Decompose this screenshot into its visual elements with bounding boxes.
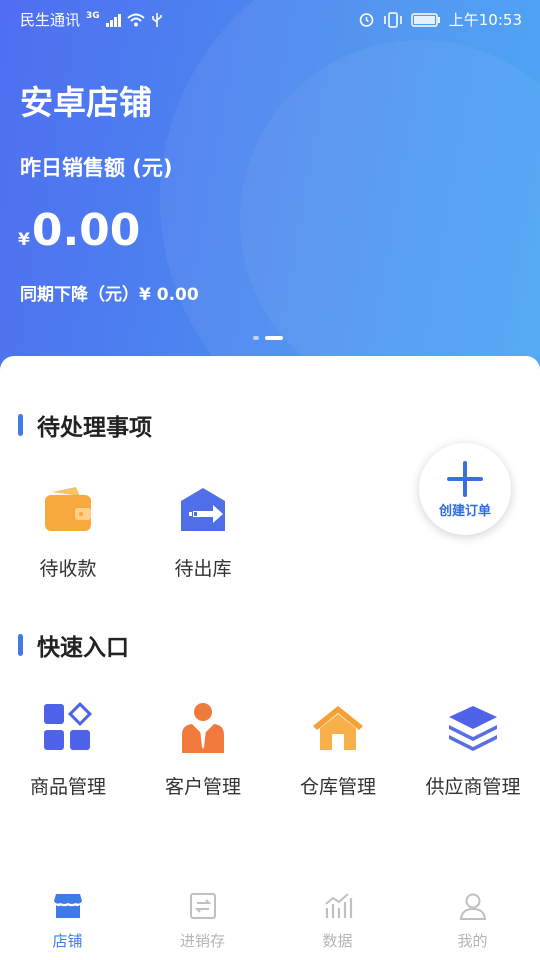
usb-icon	[151, 12, 162, 27]
store-header: 民生通讯 3G 上午10:53 安卓店铺 昨日销售额 (元) ¥ 0.00 同期…	[0, 0, 540, 380]
customer-icon	[171, 696, 235, 760]
warehouse-icon	[306, 696, 370, 760]
pending-payment-entry[interactable]: 待收款	[3, 478, 133, 581]
tab-data-label: 数据	[322, 932, 353, 950]
section-marker	[18, 634, 23, 656]
status-bar: 民生通讯 3G 上午10:53	[0, 0, 540, 36]
currency-symbol: ¥	[18, 230, 30, 250]
store-icon	[53, 894, 82, 918]
sales-amount: ¥ 0.00	[18, 205, 140, 256]
tab-store-label: 店铺	[52, 932, 83, 950]
store-name: 安卓店铺	[20, 83, 152, 122]
create-order-button[interactable]: 创建订单	[419, 443, 511, 535]
carousel-dot[interactable]	[253, 336, 259, 340]
signal-icon	[105, 13, 121, 27]
vibrate-icon	[383, 11, 402, 28]
clock: 上午10:53	[448, 11, 522, 29]
pending-payment-label: 待收款	[39, 558, 97, 580]
alarm-icon	[359, 13, 374, 27]
product-management-label: 商品管理	[29, 776, 106, 798]
wallet-icon	[36, 478, 100, 542]
carrier-name: 民生通讯	[20, 11, 81, 29]
inventory-icon	[189, 893, 216, 919]
network-type: 3G	[86, 10, 100, 21]
quick-title-text: 快速入口	[37, 635, 129, 661]
supplier-management-label: 供应商管理	[425, 776, 521, 798]
tab-inventory-label: 进销存	[179, 932, 225, 950]
carousel-indicator	[253, 336, 283, 340]
sales-label: 昨日销售额 (元)	[20, 156, 173, 180]
quick-section-title: 快速入口	[18, 628, 129, 662]
tab-mine[interactable]: 我的	[405, 892, 540, 951]
pending-outbound-entry[interactable]: 待出库	[138, 478, 268, 581]
tab-mine-label: 我的	[457, 932, 488, 950]
pending-section-title: 待处理事项	[18, 408, 152, 442]
battery-icon	[411, 12, 440, 27]
bottom-tab-bar: 店铺 进销存 数据 我的	[0, 880, 540, 960]
tab-data[interactable]: 数据	[270, 892, 405, 951]
apps-grid-icon	[36, 696, 100, 760]
wifi-icon	[127, 13, 145, 26]
layers-icon	[441, 696, 505, 760]
pending-title-text: 待处理事项	[37, 415, 152, 441]
customer-management-label: 客户管理	[164, 776, 241, 798]
carousel-dot-active[interactable]	[265, 336, 283, 340]
customer-management-entry[interactable]: 客户管理	[138, 696, 268, 799]
amount-value: 0.00	[31, 205, 141, 256]
chart-icon	[324, 893, 352, 918]
product-management-entry[interactable]: 商品管理	[3, 696, 133, 799]
create-order-label: 创建订单	[438, 503, 491, 519]
compare-text: 同期下降（元）¥ 0.00	[20, 285, 199, 305]
pending-outbound-label: 待出库	[174, 558, 232, 580]
tab-inventory[interactable]: 进销存	[135, 892, 270, 951]
user-icon	[459, 893, 486, 920]
warehouse-management-entry[interactable]: 仓库管理	[273, 696, 403, 799]
outbound-icon	[171, 478, 235, 542]
section-marker	[18, 414, 23, 436]
supplier-management-entry[interactable]: 供应商管理	[408, 696, 538, 799]
plus-icon	[447, 460, 483, 497]
warehouse-management-label: 仓库管理	[299, 776, 376, 798]
tab-store[interactable]: 店铺	[0, 892, 135, 951]
